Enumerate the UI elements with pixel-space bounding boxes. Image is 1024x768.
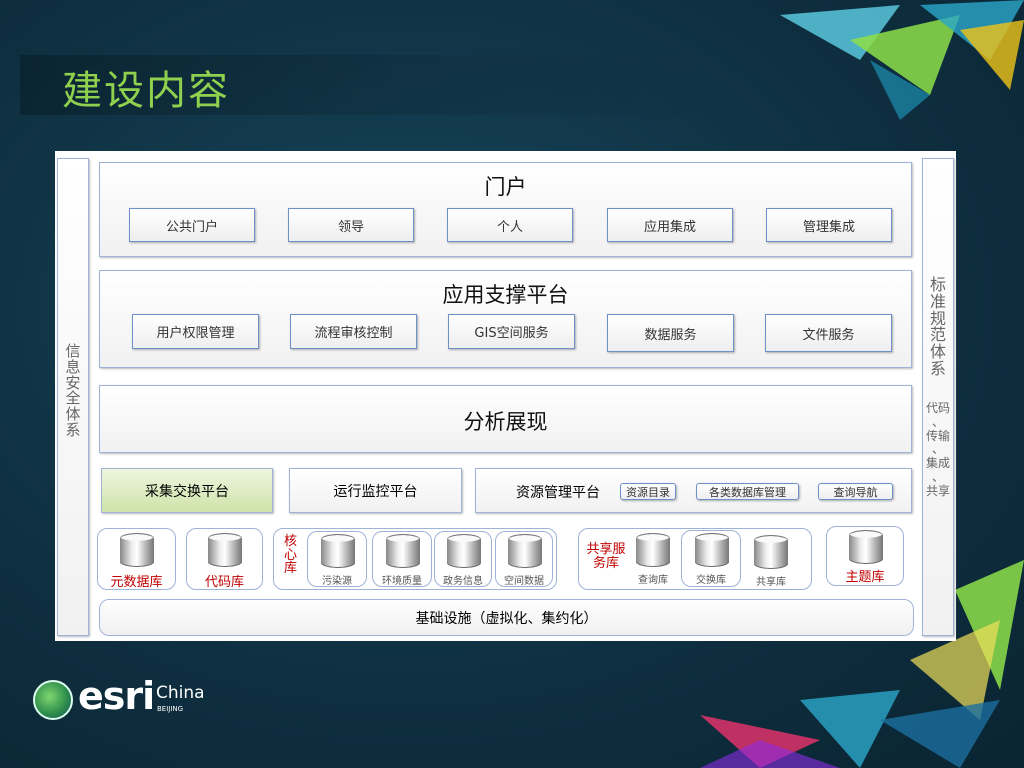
logo-brand: esri [78, 674, 155, 718]
slide-title: 建设内容 [62, 68, 230, 114]
core-db-item-label: 政务信息 [443, 576, 483, 587]
support-item[interactable]: 文件服务 [765, 314, 892, 352]
standards-sub-separator: 、 [931, 414, 944, 429]
core-db-item[interactable]: 空间数据 [495, 531, 553, 587]
shared-db-item-label: 交换库 [696, 575, 726, 586]
shared-db-item[interactable]: 查询库 [628, 531, 678, 587]
code-db-label: 代码库 [204, 575, 244, 590]
core-db-item[interactable]: 环境质量 [372, 531, 432, 587]
support-item[interactable]: 流程审核控制 [290, 314, 417, 349]
portal-item[interactable]: 管理集成 [766, 208, 892, 242]
database-icon [120, 533, 154, 567]
standards-sub-item: 代码 [925, 401, 950, 415]
core-db-item[interactable]: 污染源 [307, 531, 367, 587]
shared-db-item[interactable]: 共享库 [746, 531, 796, 588]
topic-db-label: 主题库 [845, 570, 885, 585]
standards-sub: 代码、传输、集成、共享 [923, 401, 953, 499]
logo-region: China [156, 683, 205, 703]
standards-sub-separator: 、 [931, 469, 944, 484]
logo-city: BEIJING [157, 705, 184, 713]
portal-item[interactable]: 应用集成 [607, 208, 733, 242]
database-icon [447, 534, 481, 568]
standards-sub-item: 集成 [925, 456, 950, 471]
meta-db[interactable]: 元数据库 [97, 528, 176, 590]
analysis-layer: 分析展现 [99, 385, 912, 453]
database-icon [321, 534, 355, 568]
core-db-item-label: 污染源 [322, 576, 352, 587]
standards-sub-item: 共享 [925, 483, 950, 498]
database-icon [508, 534, 542, 568]
esri-globe-icon [33, 680, 73, 720]
meta-db-label: 元数据库 [110, 575, 163, 590]
support-item[interactable]: 用户权限管理 [132, 314, 259, 349]
security-label: 信息安全体系 [65, 342, 81, 439]
database-icon [695, 533, 729, 567]
security-column: 信息安全体系 [57, 158, 89, 636]
resource-item[interactable]: 查询导航 [818, 483, 893, 500]
core-db-item-label: 空间数据 [504, 576, 544, 587]
portal-item[interactable]: 领导 [288, 208, 414, 242]
core-db-title: 核心库 [284, 534, 298, 577]
shared-db-title: 共享服务库 [586, 542, 626, 572]
collect-platform[interactable]: 采集交换平台 [101, 468, 273, 513]
support-title: 应用支撑平台 [442, 283, 569, 307]
resource-item[interactable]: 各类数据库管理 [696, 483, 799, 500]
standards-sub-item: 传输 [925, 428, 950, 443]
database-icon [636, 533, 670, 567]
shared-db-item-label: 共享库 [756, 577, 786, 588]
database-icon [386, 534, 420, 568]
database-icon [849, 530, 883, 564]
standards-column: 标准规范体系 代码、传输、集成、共享 [922, 158, 954, 636]
analysis-title: 分析展现 [463, 410, 548, 434]
support-item[interactable]: GIS空间服务 [448, 314, 575, 349]
database-icon [754, 535, 788, 569]
shared-db-item-label: 查询库 [638, 575, 668, 586]
portal-item[interactable]: 公共门户 [129, 208, 255, 242]
portal-title: 门户 [484, 175, 527, 199]
resource-item[interactable]: 资源目录 [620, 483, 676, 500]
standards-label: 标准规范体系 [929, 275, 946, 378]
support-item[interactable]: 数据服务 [607, 314, 734, 352]
monitor-platform[interactable]: 运行监控平台 [289, 468, 462, 513]
resource-title: 资源管理平台 [516, 485, 600, 501]
core-db-item[interactable]: 政务信息 [434, 531, 492, 587]
portal-item[interactable]: 个人 [447, 208, 573, 242]
shared-db-item[interactable]: 交换库 [681, 530, 741, 587]
database-icon [208, 533, 242, 567]
infrastructure-layer: 基础设施（虚拟化、集约化） [99, 599, 914, 636]
code-db[interactable]: 代码库 [186, 528, 263, 590]
core-db-item-label: 环境质量 [382, 576, 422, 587]
topic-db[interactable]: 主题库 [826, 526, 904, 586]
